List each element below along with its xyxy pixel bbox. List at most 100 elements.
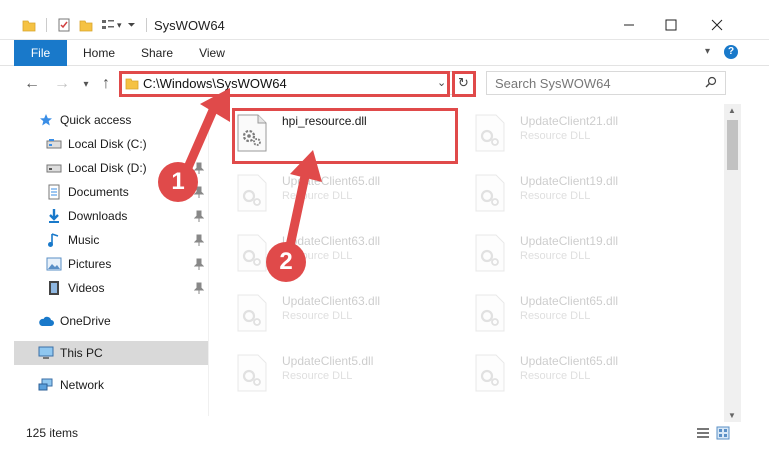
- network-icon: [38, 377, 54, 393]
- arrow-up-icon: ↑: [102, 75, 110, 92]
- sidebar-item-quick-access[interactable]: Quick access: [14, 108, 208, 132]
- pane-divider: [208, 104, 209, 416]
- sidebar-item-label: Quick access: [60, 113, 132, 127]
- ribbon-tabs: File Home Share View ▾ ?: [0, 40, 769, 66]
- close-icon: [711, 19, 723, 31]
- sidebar-item-label: Pictures: [68, 257, 112, 271]
- large-icons-view-icon[interactable]: [716, 426, 730, 443]
- sidebar-item-pictures[interactable]: Pictures: [14, 252, 208, 276]
- sidebar-item-label: Downloads: [68, 209, 128, 223]
- file-item[interactable]: UpdateClient5.dll Resource DLL: [220, 346, 450, 396]
- sidebar-item-network[interactable]: Network: [14, 373, 208, 397]
- dll-file-icon: [237, 234, 267, 272]
- maximize-button[interactable]: [648, 10, 694, 40]
- arrow-right-icon: →: [54, 75, 70, 92]
- pin-icon[interactable]: [194, 210, 204, 222]
- navigation-pane: Quick access Local Disk (C:) Local Disk …: [14, 104, 208, 414]
- file-name: UpdateClient65.dll: [282, 174, 381, 188]
- close-button[interactable]: [694, 10, 740, 40]
- tab-view[interactable]: View: [192, 40, 232, 66]
- quick-access-toolbar: ▾ ⏷: [22, 16, 147, 34]
- sidebar-item-label: Local Disk (D:): [68, 161, 147, 175]
- file-type: Resource DLL: [520, 190, 591, 202]
- vertical-scrollbar[interactable]: ▲ ▼: [724, 104, 741, 422]
- documents-icon: [46, 184, 62, 200]
- drive-icon: [46, 160, 62, 176]
- status-bar: 125 items: [0, 422, 769, 444]
- tab-share[interactable]: Share: [134, 40, 180, 66]
- back-button[interactable]: ←: [22, 74, 42, 94]
- search-box[interactable]: Search SysWOW64: [486, 71, 726, 95]
- pin-icon[interactable]: [194, 282, 204, 294]
- download-icon: [46, 208, 62, 224]
- file-item[interactable]: UpdateClient19.dll Resource DLL: [458, 226, 688, 276]
- title-bar: ▾ ⏷ SysWOW64: [0, 0, 769, 40]
- customize-toolbar-icon[interactable]: ⏷: [128, 20, 136, 31]
- search-icon[interactable]: [705, 76, 717, 91]
- file-name: UpdateClient21.dll: [520, 114, 619, 128]
- address-highlight: [119, 71, 450, 97]
- scroll-down-icon[interactable]: ▼: [728, 411, 736, 420]
- sidebar-item-downloads[interactable]: Downloads: [14, 204, 208, 228]
- forward-button[interactable]: →: [52, 74, 72, 94]
- dll-file-icon: [475, 294, 505, 332]
- minimize-icon: [624, 24, 634, 26]
- file-type: Resource DLL: [282, 310, 353, 322]
- dll-file-icon: [475, 234, 505, 272]
- file-item[interactable]: UpdateClient19.dll Resource DLL: [458, 166, 688, 216]
- sidebar-item-onedrive[interactable]: OneDrive: [14, 309, 208, 333]
- view-options-icon[interactable]: [101, 18, 115, 32]
- star-icon: [38, 112, 54, 128]
- properties-icon[interactable]: [57, 18, 71, 32]
- sidebar-item-videos[interactable]: Videos: [14, 276, 208, 300]
- music-icon: [46, 232, 62, 248]
- drive-icon: [46, 136, 62, 152]
- pictures-icon: [46, 256, 62, 272]
- file-type: Resource DLL: [520, 310, 591, 322]
- item-count: 125 items: [26, 426, 79, 440]
- minimize-button[interactable]: [606, 10, 652, 40]
- search-input[interactable]: Search SysWOW64: [495, 76, 611, 91]
- dll-file-icon: [475, 354, 505, 392]
- dll-file-icon: [237, 174, 267, 212]
- sidebar-item-label: Videos: [68, 281, 105, 295]
- tab-file[interactable]: File: [14, 40, 67, 66]
- videos-icon: [46, 280, 62, 296]
- file-name: UpdateClient63.dll: [282, 294, 381, 308]
- new-folder-icon[interactable]: [79, 18, 93, 32]
- sidebar-item-local-disk-c[interactable]: Local Disk (C:): [14, 132, 208, 156]
- tab-home[interactable]: Home: [76, 40, 122, 66]
- scroll-up-icon[interactable]: ▲: [728, 106, 736, 115]
- file-name: UpdateClient65.dll: [520, 354, 619, 368]
- file-type: Resource DLL: [282, 370, 353, 382]
- sidebar-item-music[interactable]: Music: [14, 228, 208, 252]
- file-item[interactable]: UpdateClient65.dll Resource DLL: [458, 346, 688, 396]
- file-name: UpdateClient19.dll: [520, 234, 619, 248]
- pin-icon[interactable]: [194, 234, 204, 246]
- sidebar-item-label: Documents: [68, 185, 129, 199]
- file-item[interactable]: UpdateClient21.dll Resource DLL: [458, 106, 688, 156]
- sidebar-item-label: Network: [60, 378, 105, 392]
- file-name: UpdateClient5.dll: [282, 354, 374, 368]
- expand-ribbon-icon[interactable]: ▾: [705, 46, 710, 57]
- up-button[interactable]: ↑: [96, 74, 116, 94]
- arrow-left-icon: ←: [24, 75, 40, 92]
- chevron-down-icon: ▾: [83, 78, 89, 90]
- file-item[interactable]: UpdateClient63.dll Resource DLL: [220, 286, 450, 336]
- navigation-bar: ← → ▾ ↑ C:\Windows\SysWOW64 ⌄ ↻ Search S…: [0, 66, 769, 102]
- folder-icon[interactable]: [22, 18, 36, 32]
- file-name: UpdateClient19.dll: [520, 174, 619, 188]
- sidebar-item-label: Local Disk (C:): [68, 137, 147, 151]
- details-view-icon[interactable]: [696, 426, 710, 443]
- file-highlight: [232, 108, 458, 164]
- file-item[interactable]: UpdateClient63.dll Resource DLL: [220, 226, 450, 276]
- recent-locations-button[interactable]: ▾: [76, 74, 96, 94]
- pin-icon[interactable]: [194, 258, 204, 270]
- file-item[interactable]: UpdateClient65.dll Resource DLL: [458, 286, 688, 336]
- chevron-down-icon[interactable]: ▾: [117, 20, 122, 31]
- sidebar-item-this-pc[interactable]: This PC: [14, 341, 208, 365]
- separator: [145, 18, 147, 32]
- scrollbar-thumb[interactable]: [727, 120, 738, 170]
- file-item[interactable]: UpdateClient65.dll Resource DLL: [220, 166, 450, 216]
- help-icon[interactable]: ?: [724, 45, 738, 59]
